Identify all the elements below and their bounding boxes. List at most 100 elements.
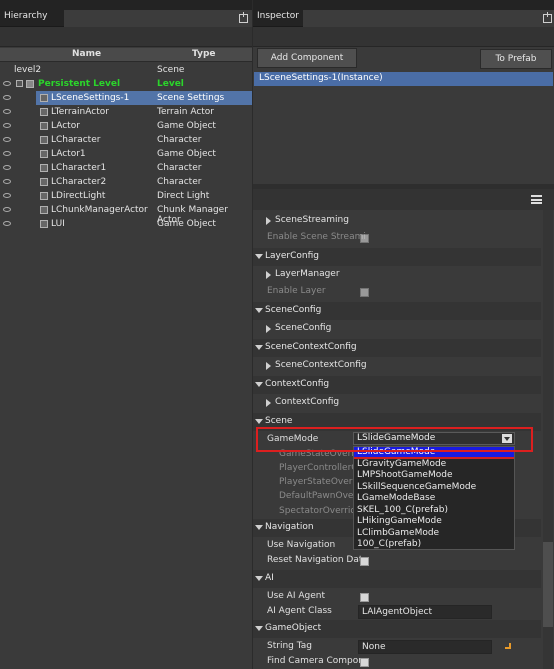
prop-label: SceneContextConfig xyxy=(275,360,367,370)
tree-row-actor[interactable]: LActor Game Object xyxy=(0,119,252,133)
option-item[interactable]: SKEL_100_C(prefab) xyxy=(354,505,514,517)
tree-item-label: LUI xyxy=(51,219,65,229)
column-name[interactable]: Name xyxy=(72,49,101,59)
section-scene-config[interactable]: SceneConfig xyxy=(253,302,541,320)
prop-label: DefaultPawnOverri xyxy=(279,491,364,501)
prop-reset-navigation-data: Reset Navigation Data xyxy=(253,552,541,570)
visibility-eye-icon[interactable] xyxy=(3,165,11,170)
tree-item-type: Direct Light xyxy=(157,191,210,201)
tree-row-actor[interactable]: LUI Game Object xyxy=(0,217,252,231)
tree-row-actor[interactable]: LCharacter2 Character xyxy=(0,175,252,189)
inspector-panel: Inspector Add Component To Prefab LScene… xyxy=(253,0,554,669)
prop-enable-layer: Enable Layer xyxy=(253,283,541,301)
visibility-eye-icon[interactable] xyxy=(3,137,11,142)
option-item[interactable]: LGravityGameMode xyxy=(354,459,514,471)
hierarchy-toolbar xyxy=(0,27,252,47)
section-game-object[interactable]: GameObject xyxy=(253,620,541,638)
add-component-button[interactable]: Add Component xyxy=(257,48,357,68)
section-context-config[interactable]: ContextConfig xyxy=(253,376,541,394)
tree-row-scenesettings[interactable]: LSceneSettings-1 Scene Settings xyxy=(0,91,252,105)
collapse-icon[interactable] xyxy=(255,382,263,387)
pin-icon[interactable] xyxy=(543,12,552,23)
ai-agent-class-field[interactable]: LAIAgentObject xyxy=(358,605,492,619)
column-type[interactable]: Type xyxy=(192,49,215,59)
tree-row-actor[interactable]: LTerrainActor Terrain Actor xyxy=(0,105,252,119)
tab-hierarchy[interactable]: Hierarchy xyxy=(0,8,62,27)
tree-row-actor[interactable]: LCharacter1 Character xyxy=(0,161,252,175)
use-ai-agent-checkbox[interactable] xyxy=(360,593,369,602)
tree-item-type: Scene Settings xyxy=(157,93,225,103)
tree-item-label: LCharacter xyxy=(51,135,101,145)
string-tag-field[interactable]: None xyxy=(358,640,492,654)
pin-icon[interactable] xyxy=(239,12,248,23)
hierarchy-tabbar: Hierarchy xyxy=(0,0,252,27)
inspector-tabbar: Inspector xyxy=(253,0,554,27)
section-ai[interactable]: AI xyxy=(253,570,541,588)
enable-layer-checkbox[interactable] xyxy=(360,288,369,297)
visibility-eye-icon[interactable] xyxy=(3,95,11,100)
visibility-eye-icon[interactable] xyxy=(3,109,11,114)
option-item[interactable]: LGameModeBase xyxy=(354,493,514,505)
prop-layer-manager[interactable]: LayerManager xyxy=(253,266,541,284)
tree-row-actor[interactable]: LCharacter Character xyxy=(0,133,252,147)
property-toolbar xyxy=(253,189,554,210)
expand-icon[interactable] xyxy=(266,325,271,333)
visibility-eye-icon[interactable] xyxy=(3,151,11,156)
tree-row-actor[interactable]: LActor1 Game Object xyxy=(0,147,252,161)
visibility-eye-icon[interactable] xyxy=(3,179,11,184)
string-tag-link-icon[interactable] xyxy=(505,643,511,649)
menu-icon[interactable] xyxy=(531,195,542,204)
tab-strip xyxy=(64,10,252,27)
tree-row-level[interactable]: Persistent Level Level xyxy=(0,77,252,91)
prop-scene-streaming[interactable]: SceneStreaming xyxy=(253,212,541,230)
visibility-eye-icon[interactable] xyxy=(3,81,11,86)
prop-label: Reset Navigation Data xyxy=(267,555,368,565)
section-scene-context-config[interactable]: SceneContextConfig xyxy=(253,339,541,357)
expand-icon[interactable] xyxy=(266,271,271,279)
reset-navigation-data-checkbox[interactable] xyxy=(360,557,369,566)
actor-icon xyxy=(40,108,48,116)
prop-scene-config[interactable]: SceneConfig xyxy=(253,320,541,338)
to-prefab-button[interactable]: To Prefab xyxy=(480,49,552,69)
collapse-icon[interactable] xyxy=(255,345,263,350)
collapse-icon[interactable] xyxy=(255,419,263,424)
instance-item[interactable]: LSceneSettings-1(Instance) xyxy=(254,72,553,86)
tab-inspector[interactable]: Inspector xyxy=(253,8,301,27)
prop-context-config[interactable]: ContextConfig xyxy=(253,394,541,412)
visibility-eye-icon[interactable] xyxy=(3,207,11,212)
option-item[interactable]: 100_C(prefab) xyxy=(354,539,514,551)
scrollbar-thumb[interactable] xyxy=(543,542,553,627)
prop-label: PlayerStateOverri xyxy=(279,477,359,487)
collapse-icon[interactable] xyxy=(255,576,263,581)
option-item[interactable]: LSkillSequenceGameMode xyxy=(354,482,514,494)
prop-label: String Tag xyxy=(267,641,312,651)
expand-icon[interactable] xyxy=(266,399,271,407)
tab-strip xyxy=(303,10,554,27)
expand-icon[interactable] xyxy=(266,217,271,225)
collapse-icon[interactable] xyxy=(255,525,263,530)
tree-row-actor[interactable]: LChunkManagerActor Chunk Manager Actor xyxy=(0,203,252,225)
visibility-eye-icon[interactable] xyxy=(3,221,11,226)
option-item[interactable]: LHikingGameMode xyxy=(354,516,514,528)
collapse-icon[interactable] xyxy=(255,626,263,631)
tree-item-label: LCharacter1 xyxy=(51,163,107,173)
tree-item-type: Scene xyxy=(157,65,185,75)
visibility-eye-icon[interactable] xyxy=(3,123,11,128)
collapse-icon[interactable] xyxy=(255,308,263,313)
tree-row-actor[interactable]: LDirectLight Direct Light xyxy=(0,189,252,203)
option-item[interactable]: LClimbGameMode xyxy=(354,528,514,540)
tree-item-label: level2 xyxy=(14,65,42,75)
tree-row-scene[interactable]: level2 Scene xyxy=(0,63,252,77)
prop-scene-context-config[interactable]: SceneContextConfig xyxy=(253,357,541,375)
inspector-toolbar xyxy=(253,27,554,47)
find-camera-component-checkbox[interactable] xyxy=(360,658,369,667)
expand-icon[interactable] xyxy=(266,362,271,370)
tree-item-label: LChunkManagerActor xyxy=(51,205,148,215)
collapse-icon[interactable] xyxy=(255,254,263,259)
visibility-eye-icon[interactable] xyxy=(3,193,11,198)
option-item[interactable]: LMPShootGameMode xyxy=(354,470,514,482)
enable-scene-streaming-checkbox[interactable] xyxy=(360,234,369,243)
section-layer-config[interactable]: LayerConfig xyxy=(253,248,541,266)
collapse-toggle-icon[interactable] xyxy=(16,80,23,87)
tree-item-type: Terrain Actor xyxy=(157,107,215,117)
